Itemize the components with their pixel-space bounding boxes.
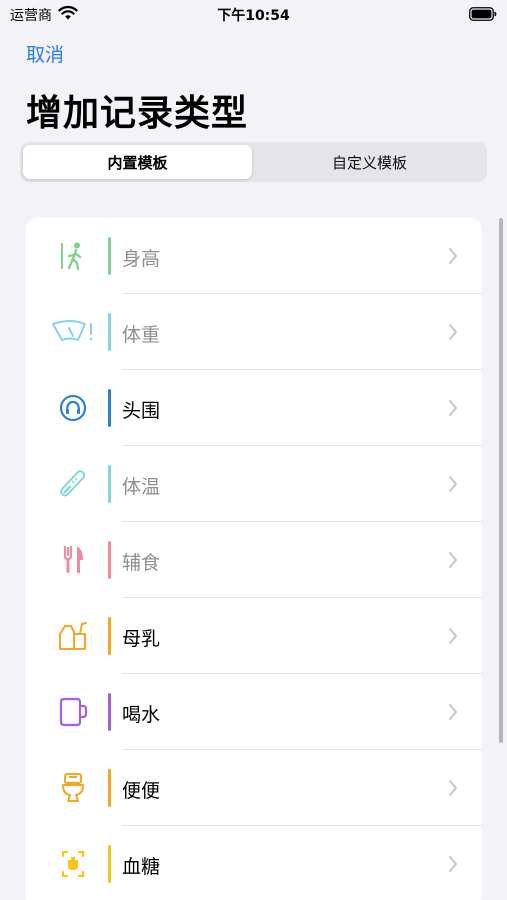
chevron-right-icon: [449, 628, 457, 644]
list-item-breast-milk[interactable]: 母乳: [26, 598, 482, 674]
blood-glucose-icon: [61, 850, 85, 878]
chevron-right-icon: [449, 552, 457, 568]
list-item-drink-water[interactable]: 喝水: [26, 674, 482, 750]
list-item-label: 便便: [122, 780, 161, 802]
page-title: 增加记录类型: [26, 93, 249, 134]
list-item-label: 血糖: [122, 856, 161, 878]
accent-bar: [108, 845, 111, 883]
cancel-button[interactable]: 取消: [26, 40, 64, 67]
scroll-indicator[interactable]: [499, 218, 503, 743]
accent-bar: [108, 313, 111, 351]
list-item-label: 身高: [122, 248, 161, 270]
accent-bar: [108, 617, 111, 655]
scale-weight-icon: [52, 320, 93, 341]
list-item-label: 母乳: [122, 628, 161, 650]
status-bar: 运营商 下午10:54: [0, 0, 507, 28]
battery-icon: [469, 7, 497, 21]
list-item-label: 辅食: [122, 552, 161, 574]
accent-bar: [108, 541, 111, 579]
segment-custom-templates[interactable]: 自定义模板: [255, 145, 484, 179]
list-item-label: 喝水: [122, 704, 161, 726]
list-item-temperature[interactable]: 体温: [26, 446, 482, 522]
segment-builtin-templates[interactable]: 内置模板: [23, 145, 252, 179]
accent-bar: [108, 465, 111, 503]
walking-person-height-icon: [61, 242, 82, 271]
chevron-right-icon: [449, 324, 457, 340]
thermometer-icon: [60, 470, 86, 497]
list-item-label: 头围: [122, 400, 161, 422]
head-circumference-icon: [59, 394, 87, 422]
accent-bar: [108, 769, 111, 807]
list-item-weight[interactable]: 体重: [26, 294, 482, 370]
list-item-blood-glucose[interactable]: 血糖: [26, 826, 482, 900]
toilet-icon: [62, 773, 84, 802]
list-item-label: 体温: [122, 476, 161, 498]
record-type-list: 身高 体重 头围 体温 辅食 母乳 喝水 便便 血糖: [26, 218, 482, 900]
list-item-stool[interactable]: 便便: [26, 750, 482, 826]
list-item-head-circumference[interactable]: 头围: [26, 370, 482, 446]
template-segmented-control: 内置模板 自定义模板: [20, 142, 487, 182]
accent-bar: [108, 237, 111, 275]
list-item-height[interactable]: 身高: [26, 218, 482, 294]
chevron-right-icon: [449, 476, 457, 492]
chevron-right-icon: [449, 856, 457, 872]
fork-knife-icon: [63, 545, 83, 573]
accent-bar: [108, 389, 111, 427]
cup-icon: [59, 697, 88, 727]
chevron-right-icon: [449, 704, 457, 720]
accent-bar: [108, 693, 111, 731]
chevron-right-icon: [449, 248, 457, 264]
status-time: 下午10:54: [217, 8, 290, 24]
breast-milk-icon: [59, 622, 87, 650]
list-item-solid-food[interactable]: 辅食: [26, 522, 482, 598]
chevron-right-icon: [449, 780, 457, 796]
chevron-right-icon: [449, 400, 457, 416]
list-item-label: 体重: [122, 324, 161, 346]
